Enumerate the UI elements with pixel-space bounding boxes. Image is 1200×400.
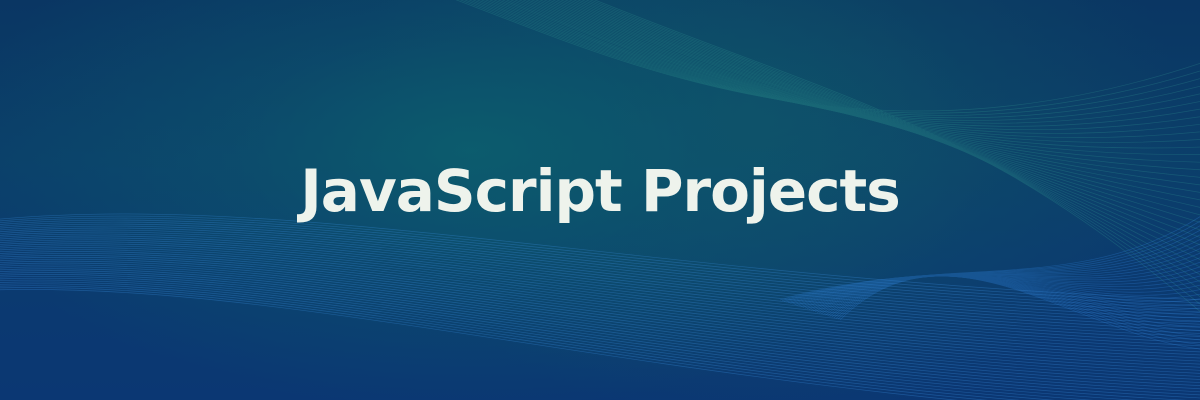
wave-line: [0, 279, 1138, 400]
wave-line: [459, 0, 1200, 114]
wave-line: [509, 0, 1200, 163]
wave-line: [514, 0, 1200, 171]
wave-line: [0, 289, 958, 400]
page-title: JavaScript Projects: [300, 157, 901, 225]
wave-line: [497, 0, 1200, 143]
hero-banner: JavaScript Projects: [0, 0, 1200, 400]
